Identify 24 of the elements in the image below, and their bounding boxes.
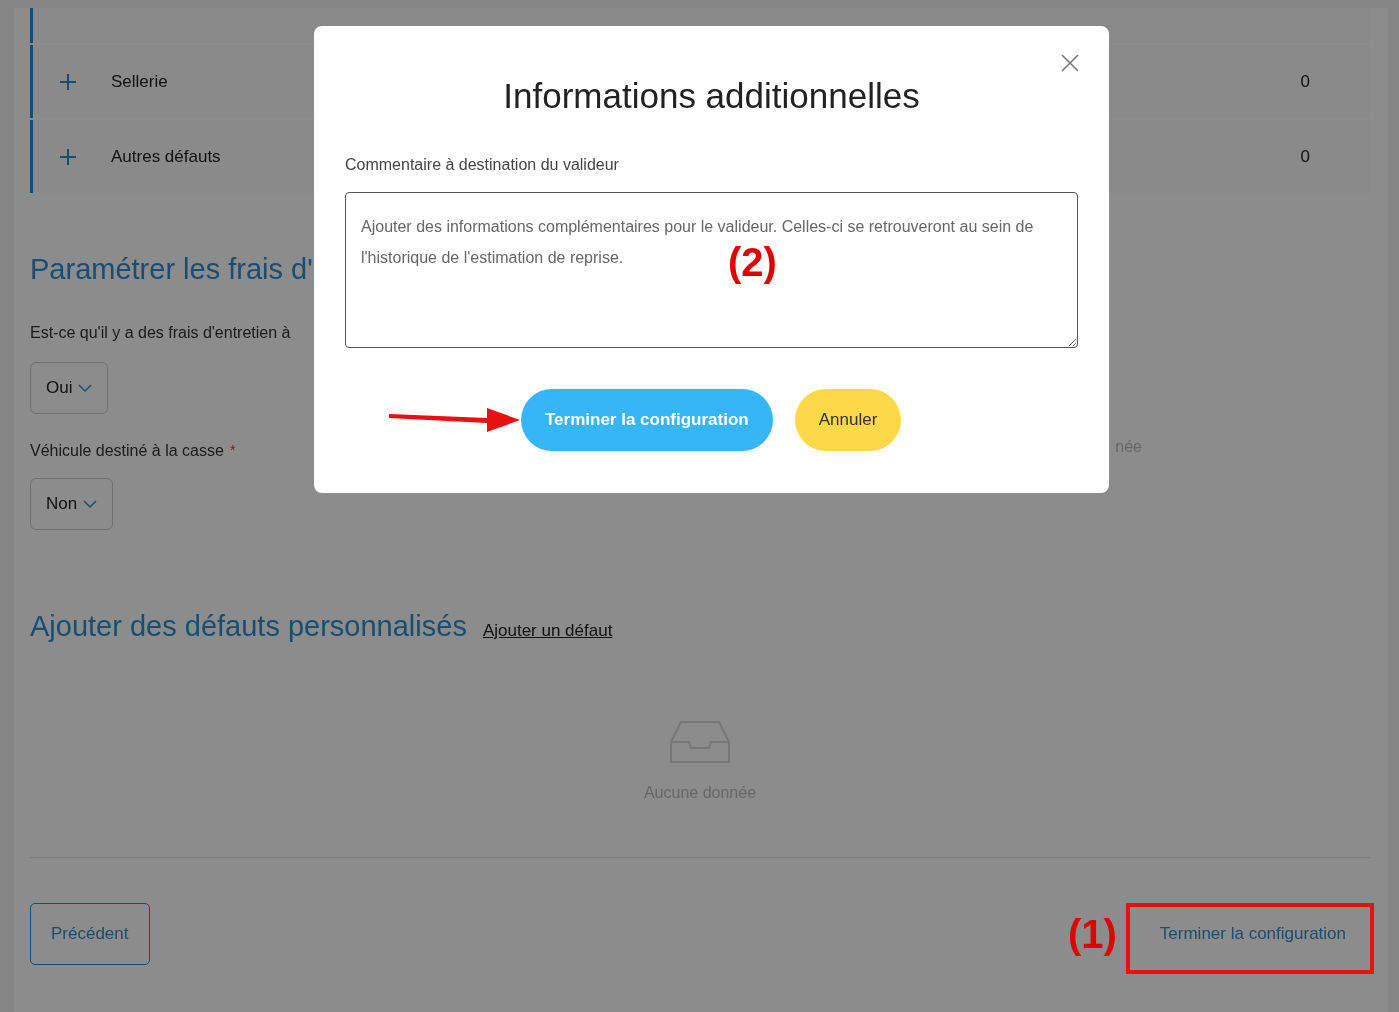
required-mark: *: [229, 442, 236, 458]
row-count: 0: [1300, 71, 1310, 92]
cancel-button[interactable]: Annuler: [794, 389, 902, 451]
expand-button[interactable]: [59, 72, 77, 91]
modal-title: Informations additionnelles: [502, 76, 921, 116]
chevron-down-icon: [83, 499, 98, 509]
plus-icon: [59, 72, 77, 91]
field-label: Commentaire à destination du valideur: [345, 156, 620, 174]
field-label: Véhicule destiné à la casse *: [30, 442, 236, 460]
section-heading: Ajouter des défauts personnalisés: [30, 610, 467, 643]
close-icon: [1061, 54, 1079, 72]
answer-select[interactable]: Non: [30, 478, 114, 530]
answer-select[interactable]: Oui: [30, 362, 109, 414]
add-defect-link[interactable]: Ajouter un défaut: [482, 621, 613, 641]
chevron-down-icon: [78, 383, 93, 393]
expand-button[interactable]: [59, 147, 77, 166]
row-label: Autres défauts: [111, 146, 221, 167]
section-heading: Paramétrer les frais d': [30, 253, 313, 286]
step-marker: (1): [1068, 912, 1117, 957]
plus-icon: [59, 147, 77, 166]
row-count: 0: [1300, 146, 1310, 167]
step-marker: (2): [728, 240, 777, 285]
question-label: Est-ce qu'il y a des frais d'entretien à: [30, 324, 291, 342]
row-label: Sellerie: [111, 71, 168, 92]
